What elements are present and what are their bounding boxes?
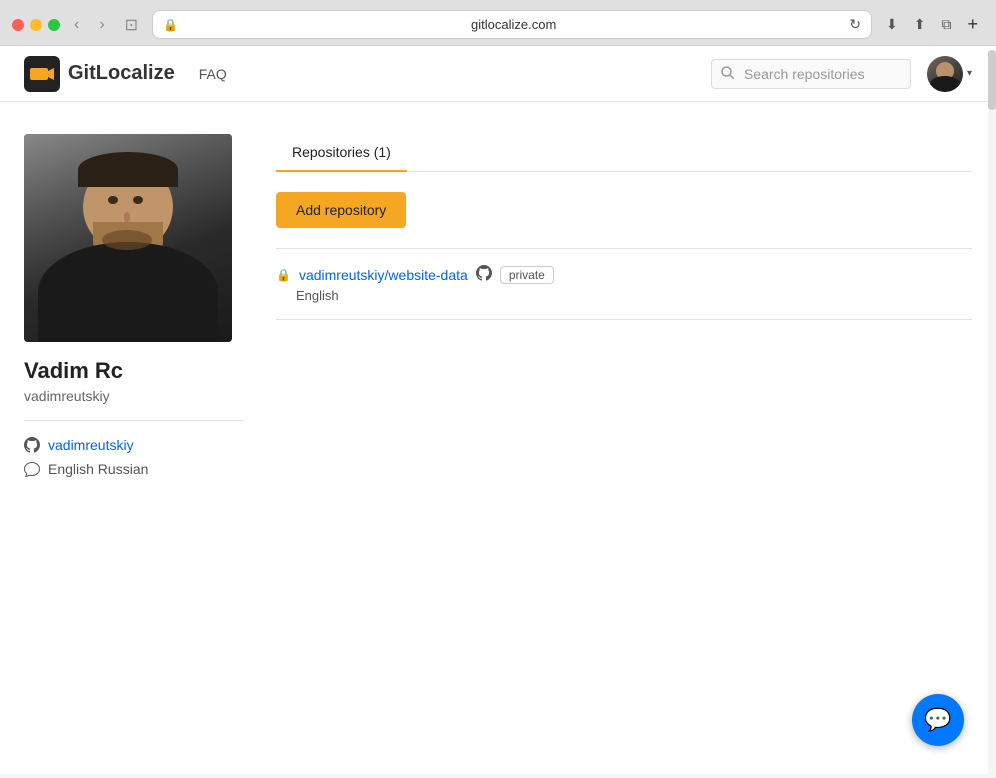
search-wrap [711,59,911,89]
tabs-button[interactable]: ⧉ [935,12,957,37]
close-window-button[interactable] [12,19,24,31]
profile-divider [24,420,244,421]
search-input[interactable] [711,59,911,89]
address-bar[interactable]: 🔒 gitlocalize.com ↻ [152,10,872,39]
user-menu[interactable]: ▾ [927,56,972,92]
avatar [927,56,963,92]
table-row: 🔒 vadimreutskiy/website-data private Eng… [276,249,972,320]
app-container: GitLocalize FAQ [0,46,996,774]
new-tab-button[interactable]: + [961,12,984,37]
minimize-window-button[interactable] [30,19,42,31]
sidebar-toggle-button[interactable]: ⊡ [119,13,144,37]
brand-logo-svg [28,62,56,86]
github-profile-link[interactable]: vadimreutskiy [24,437,244,453]
dropdown-arrow-icon: ▾ [967,68,972,79]
url-text: gitlocalize.com [184,17,843,32]
brand-icon [24,56,60,92]
tab-repositories[interactable]: Repositories (1) [276,134,407,172]
profile-links: vadimreutskiy English Russian [24,437,244,477]
share-button[interactable]: ⬆ [908,12,932,37]
maximize-window-button[interactable] [48,19,60,31]
repo-private-badge: private [500,266,554,284]
brand-name: GitLocalize [68,62,175,85]
languages-text: English Russian [48,461,148,477]
download-button[interactable]: ⬇ [880,12,904,37]
main-layout: Vadim Rc vadimreutskiy vadimreutskiy [0,102,996,509]
chat-icon [24,461,40,477]
reload-button[interactable]: ↻ [849,16,861,33]
profile-username: vadimreutskiy [24,388,244,404]
floating-btn-icon: 💬 [924,707,951,733]
browser-titlebar: ‹ › ⊡ 🔒 gitlocalize.com ↻ ⬇ ⬆ ⧉ + [0,0,996,45]
add-repository-button[interactable]: Add repository [276,192,406,228]
repo-title-row: 🔒 vadimreutskiy/website-data private [276,265,972,284]
faq-link[interactable]: FAQ [199,66,227,82]
profile-name: Vadim Rc [24,358,244,384]
scrollbar-thumb[interactable] [988,50,996,110]
back-button[interactable]: ‹ [68,14,85,36]
github-icon [24,437,40,453]
main-content: Repositories (1) Add repository 🔒 vadimr… [276,134,972,477]
floating-action-button[interactable]: 💬 [912,694,964,746]
sidebar: Vadim Rc vadimreutskiy vadimreutskiy [24,134,244,477]
profile-photo-inner [24,134,232,342]
profile-photo [24,134,232,342]
ssl-lock-icon: 🔒 [163,18,178,32]
forward-button[interactable]: › [93,14,110,36]
browser-chrome: ‹ › ⊡ 🔒 gitlocalize.com ↻ ⬇ ⬆ ⧉ + [0,0,996,46]
repo-lock-icon: 🔒 [276,268,291,282]
navbar: GitLocalize FAQ [0,46,996,102]
tabs-bar: Repositories (1) [276,134,972,172]
repo-github-icon [476,265,492,284]
repo-name-link[interactable]: vadimreutskiy/website-data [299,267,468,283]
repo-language: English [296,288,972,303]
github-link-text: vadimreutskiy [48,437,134,453]
repo-list: 🔒 vadimreutskiy/website-data private Eng… [276,248,972,320]
brand-link[interactable]: GitLocalize [24,56,175,92]
browser-traffic-lights [12,19,60,31]
scrollbar-track[interactable] [988,50,996,778]
languages-item: English Russian [24,461,244,477]
browser-actions: ⬇ ⬆ ⧉ + [880,12,984,37]
search-icon [721,66,734,82]
